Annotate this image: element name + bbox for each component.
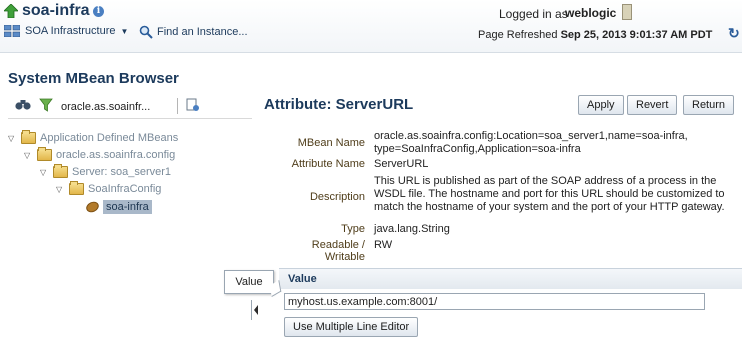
attribute-name-label: Attribute Name	[291, 158, 365, 170]
tree-node[interactable]: ▽ Application Defined MBeans	[8, 130, 179, 144]
binoculars-icon[interactable]	[15, 98, 31, 111]
value-section-header: Value	[279, 268, 742, 289]
mbean-icon	[84, 199, 101, 215]
expand-arrow-icon[interactable]: ▽	[40, 168, 49, 177]
find-instance-link[interactable]: Find an Instance...	[139, 25, 248, 39]
tree-node-label: oracle.as.soainfra.config	[56, 149, 176, 161]
tree-node[interactable]: ▽ Server: soa_server1	[40, 164, 172, 178]
folder-icon	[53, 164, 68, 178]
filter-icon[interactable]	[39, 98, 53, 112]
revert-button[interactable]: Revert	[627, 95, 678, 115]
find-instance-label: Find an Instance...	[157, 26, 248, 38]
type-label: Type	[341, 223, 365, 235]
multiple-line-editor-button[interactable]: Use Multiple Line Editor	[284, 317, 419, 337]
collapse-arrow-icon[interactable]	[254, 305, 258, 315]
expand-arrow-icon[interactable]: ▽	[24, 151, 33, 160]
mbean-name-value: oracle.as.soainfra.config:Location=soa_s…	[374, 130, 734, 156]
tree-node[interactable]: ▽ SoaInfraConfig	[56, 181, 162, 195]
server-icon	[622, 4, 632, 20]
tree-node-label: Server: soa_server1	[72, 166, 172, 178]
tree-node-label: soa-infra	[103, 200, 152, 214]
soa-infrastructure-label: SOA Infrastructure	[25, 25, 116, 37]
return-button[interactable]: Return	[683, 95, 735, 115]
soa-infrastructure-icon	[4, 25, 20, 37]
mbean-name-line: oracle.as.soainfra.config:Location=soa_s…	[374, 130, 688, 142]
logged-in-label: Logged in as	[499, 7, 568, 21]
page-title: soa-infra	[22, 2, 90, 19]
folder-icon	[69, 181, 84, 195]
folder-icon	[37, 147, 52, 161]
page-refreshed-status: Page Refreshed Sep 25, 2013 9:01:37 AM P…	[478, 29, 712, 41]
mbean-name-label: MBean Name	[297, 137, 365, 149]
tree-node-selected[interactable]: soa-infra	[84, 199, 152, 215]
description-line: WSDL file. The hostname and port for thi…	[374, 188, 725, 200]
soa-infrastructure-menu[interactable]: SOA Infrastructure ▼	[4, 25, 128, 37]
attribute-title: Attribute: ServerURL	[264, 96, 414, 113]
green-up-arrow-icon	[4, 4, 18, 18]
value-input[interactable]	[284, 293, 705, 310]
description-line: This URL is published as part of the SOA…	[374, 175, 717, 187]
mbean-browser-toolbar: oracle.as.soainfr...	[8, 94, 252, 119]
page-refreshed-date: Sep 25, 2013 9:01:37 AM PDT	[560, 29, 713, 41]
type-value: java.lang.String	[374, 223, 450, 235]
attribute-name-value: ServerURL	[374, 158, 429, 170]
mbean-name-line: type=SoaInfraConfig,Application=soa-infr…	[374, 143, 581, 155]
page-refreshed-label: Page Refreshed	[478, 29, 558, 41]
export-icon[interactable]	[186, 98, 200, 112]
description-line: match the hostname of your system and th…	[374, 201, 725, 213]
info-icon[interactable]: i	[93, 6, 104, 17]
folder-icon	[21, 130, 36, 144]
expand-arrow-icon[interactable]: ▽	[8, 134, 17, 143]
tree-node-label: SoaInfraConfig	[88, 183, 162, 195]
mbean-browser-title: System MBean Browser	[8, 70, 179, 87]
username-link[interactable]: weblogic	[565, 6, 616, 20]
search-icon	[139, 25, 153, 39]
tree-node[interactable]: ▽ oracle.as.soainfra.config	[24, 147, 176, 161]
refresh-icon[interactable]: ↻	[728, 26, 740, 40]
domain-filter-label[interactable]: oracle.as.soainfr...	[61, 101, 150, 113]
tree-node-label: Application Defined MBeans	[40, 132, 179, 144]
panel-splitter[interactable]	[251, 300, 258, 320]
readable-writable-value: RW	[374, 239, 393, 251]
description-label: Description	[309, 191, 365, 203]
expand-arrow-icon[interactable]: ▽	[56, 185, 65, 194]
chevron-down-icon: ▼	[120, 26, 129, 36]
value-section-title: Value	[288, 273, 317, 285]
readable-writable-label: Readable / Writable	[311, 239, 365, 263]
description-value: This URL is published as part of the SOA…	[374, 175, 734, 214]
apply-button[interactable]: Apply	[578, 95, 624, 115]
value-tooltip: Value	[224, 270, 274, 294]
toolbar-divider	[177, 98, 178, 114]
